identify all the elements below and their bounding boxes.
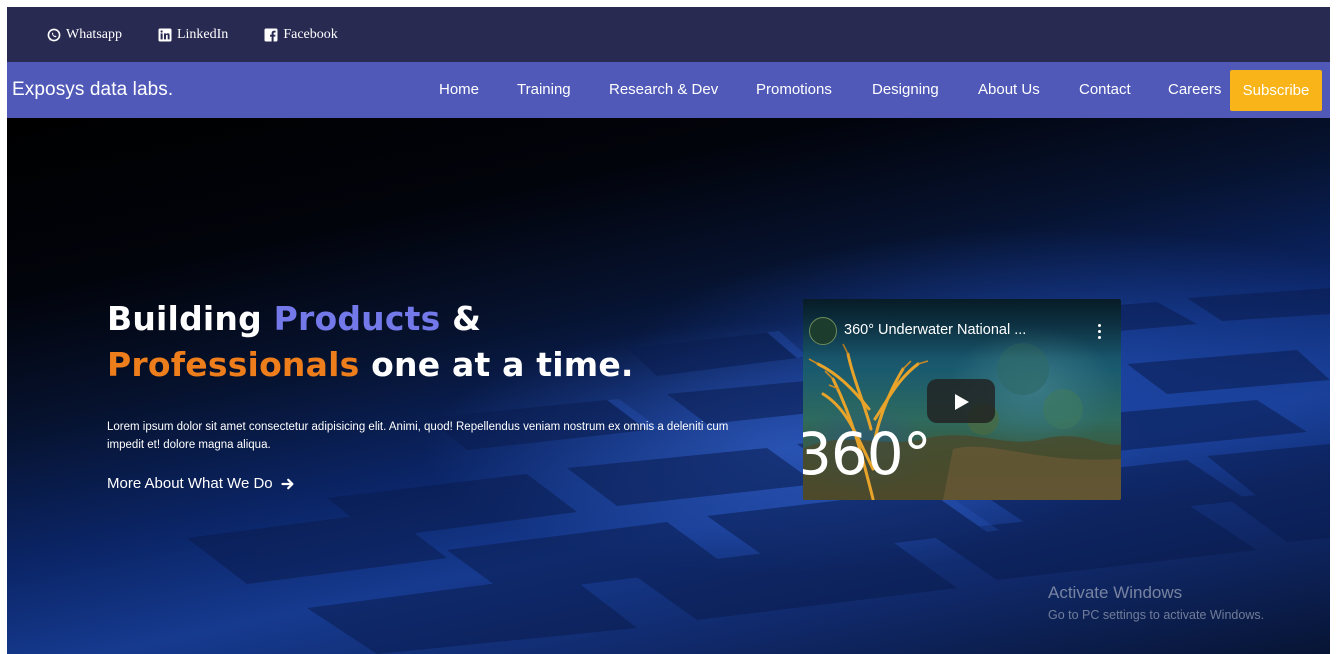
facebook-link[interactable]: Facebook xyxy=(264,26,338,43)
arrow-right-icon xyxy=(281,477,295,491)
subscribe-button[interactable]: Subscribe xyxy=(1230,70,1322,111)
nav-careers[interactable]: Careers xyxy=(1168,62,1221,118)
linkedin-icon xyxy=(158,28,172,42)
whatsapp-link[interactable]: Whatsapp xyxy=(47,27,122,43)
whatsapp-icon xyxy=(47,28,61,42)
play-icon xyxy=(955,394,969,410)
nav-contact[interactable]: Contact xyxy=(1079,62,1131,118)
hero-title-products: Products xyxy=(273,299,441,338)
linkedin-link[interactable]: LinkedIn xyxy=(158,27,228,43)
nav-about-us[interactable]: About Us xyxy=(978,62,1040,118)
nav-training[interactable]: Training xyxy=(517,62,571,118)
facebook-label: Facebook xyxy=(283,26,338,42)
whatsapp-label: Whatsapp xyxy=(66,26,122,42)
social-topbar: Whatsapp LinkedIn Facebook xyxy=(7,7,1330,62)
play-button[interactable] xyxy=(927,379,995,423)
facebook-icon xyxy=(264,28,278,42)
hero-title-professionals: Professionals xyxy=(107,345,360,384)
video-embed[interactable]: 360° Underwater National ... 360° xyxy=(803,299,1121,500)
channel-avatar[interactable] xyxy=(809,317,837,345)
hero-description: Lorem ipsum dolor sit amet consectetur a… xyxy=(107,421,729,451)
more-about-link[interactable]: More About What We Do xyxy=(107,475,295,492)
hero-title: Building Products & Professionals one at… xyxy=(107,296,634,388)
activate-windows-subtitle: Go to PC settings to activate Windows. xyxy=(1048,608,1265,622)
activate-windows-title: Activate Windows xyxy=(1048,583,1183,602)
nav-promotions[interactable]: Promotions xyxy=(756,62,832,118)
hero-title-building: Building xyxy=(107,299,262,338)
main-navbar: Exposys data labs. Home Training Researc… xyxy=(7,62,1330,118)
more-about-label: More About What We Do xyxy=(107,475,273,492)
nav-home[interactable]: Home xyxy=(439,62,479,118)
hero-title-ampersand: & xyxy=(452,299,482,338)
nav-research-dev[interactable]: Research & Dev xyxy=(609,62,718,118)
page-frame: Whatsapp LinkedIn Facebook Exposys data … xyxy=(7,7,1330,654)
nav-links: Home Training Research & Dev Promotions … xyxy=(7,62,1330,118)
hero-section: Building Products & Professionals one at… xyxy=(7,118,1330,654)
video-title[interactable]: 360° Underwater National ... xyxy=(844,322,1026,338)
linkedin-label: LinkedIn xyxy=(176,26,229,42)
hero-title-tagline: one at a time. xyxy=(371,345,634,384)
video-360-overlay: 360° xyxy=(803,420,932,488)
more-options-icon[interactable] xyxy=(1095,321,1105,343)
nav-designing[interactable]: Designing xyxy=(872,62,939,118)
